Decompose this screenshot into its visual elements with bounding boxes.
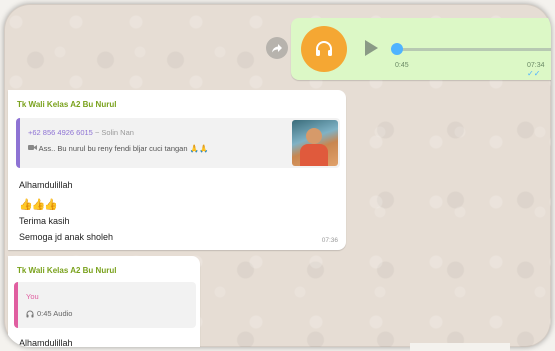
thumbnail-body (300, 144, 328, 166)
bottom-edge (410, 343, 510, 351)
quoted-message[interactable]: +62 856 4926 6015 ~ Solin Nan Ass.. Bu n… (16, 118, 340, 168)
message-line: Alhamdulillah (19, 338, 73, 347)
incoming-message[interactable]: Tk Wali Kelas A2 Bu Nurul +62 856 4926 6… (8, 90, 346, 250)
double-check-icon: ✓✓ (527, 69, 541, 78)
headphones-icon (316, 41, 332, 56)
voice-duration: 0:45 (395, 62, 409, 69)
quote-text: 0:45 Audio (26, 309, 72, 318)
voice-time-text: 07:34 (527, 62, 545, 69)
chat-window: 0:45 07:34 ✓✓ Tk Wali Kelas A2 Bu Nurul … (4, 4, 551, 347)
quoted-message[interactable]: You 0:45 Audio (14, 282, 196, 328)
play-button[interactable] (363, 39, 379, 57)
play-icon (365, 40, 378, 56)
quote-text-content: 0:45 Audio (37, 309, 73, 318)
quote-author: You (26, 292, 39, 301)
forward-button[interactable] (266, 37, 288, 59)
thumbs-up-emojis: 👍👍👍 (19, 199, 58, 211)
quote-text-emoji: 🙏🙏 (189, 144, 209, 153)
thumbnail-face (306, 128, 322, 144)
audio-progress-track[interactable] (395, 48, 551, 51)
quote-thumbnail[interactable] (292, 120, 338, 166)
quote-text-content: Ass.. Bu nurul bu reny fendi bljar cuci … (38, 144, 188, 153)
audio-progress-knob[interactable] (391, 43, 403, 55)
forward-icon (272, 44, 282, 53)
message-time: 07:36 (321, 237, 338, 244)
quote-text: Ass.. Bu nurul bu reny fendi bljar cuci … (28, 144, 208, 153)
message-line: Alhamdulillah (19, 180, 73, 190)
voice-avatar (301, 26, 347, 72)
incoming-message[interactable]: Tk Wali Kelas A2 Bu Nurul You 0:45 Audio… (8, 256, 200, 347)
message-line: Terima kasih (19, 216, 70, 226)
message-line: Semoga jd anak sholeh (19, 232, 114, 242)
sender-name: Tk Wali Kelas A2 Bu Nurul (17, 266, 117, 275)
quote-author: +62 856 4926 6015 ~ Solin Nan (28, 128, 134, 137)
headphones-icon (26, 310, 34, 317)
quote-author-aka: ~ Solin Nan (94, 128, 134, 137)
sender-name: Tk Wali Kelas A2 Bu Nurul (17, 100, 117, 109)
voice-timestamp: 07:34 ✓✓ (527, 62, 551, 78)
quote-author-number: +62 856 4926 6015 (28, 128, 93, 137)
video-icon (28, 144, 39, 153)
voice-message-bubble: 0:45 07:34 ✓✓ (291, 18, 551, 80)
